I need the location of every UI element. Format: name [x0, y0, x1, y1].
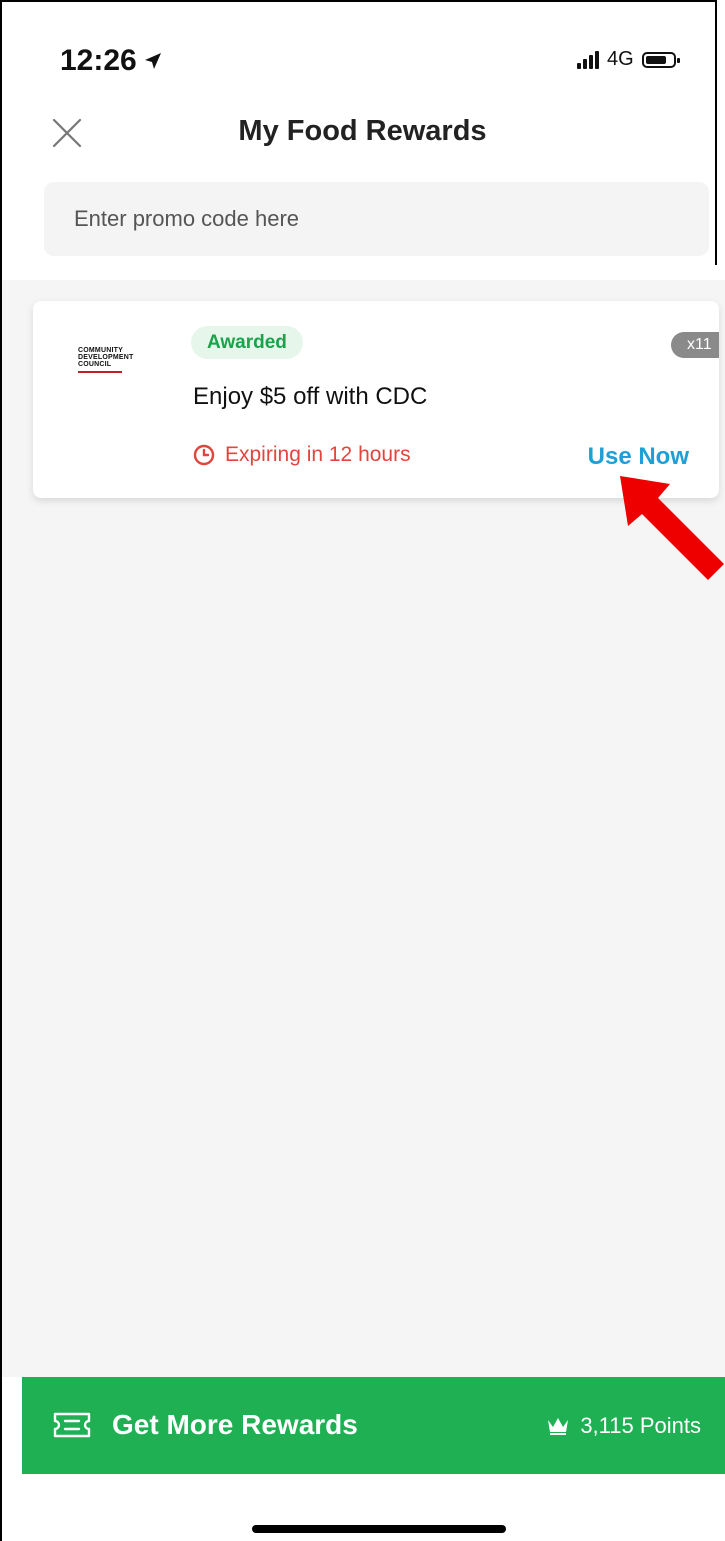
- points-balance: 3,115 Points: [546, 1413, 701, 1439]
- cdc-logo: COMMUNITY DEVELOPMENT COUNCIL: [78, 347, 148, 387]
- home-indicator: [252, 1525, 506, 1533]
- crown-icon: [548, 1418, 569, 1435]
- network-label: 4G: [607, 48, 634, 70]
- get-more-rewards-bar[interactable]: Get More Rewards 3,115 Points: [22, 1377, 725, 1474]
- points-label: 3,115 Points: [580, 1413, 701, 1438]
- ticket-icon: [53, 1412, 91, 1438]
- time-label: 12:26: [60, 44, 137, 77]
- status-bar-time: 12:26: [60, 44, 163, 78]
- page-title: My Food Rewards: [238, 115, 487, 147]
- use-now-button[interactable]: Use Now: [588, 443, 689, 471]
- signal-icon: [577, 50, 599, 69]
- annotation-arrow-icon: [620, 476, 724, 580]
- promo-code-input[interactable]: [44, 182, 709, 256]
- logo-line: COMMUNITY: [78, 347, 123, 354]
- reward-title: Enjoy $5 off with CDC: [193, 383, 428, 410]
- get-more-rewards-button[interactable]: Get More Rewards: [52, 1409, 358, 1441]
- quantity-badge: x11: [671, 332, 719, 358]
- status-badge: Awarded: [191, 326, 303, 359]
- expiry-info: Expiring in 12 hours: [193, 443, 411, 467]
- status-bar-right: 4G: [577, 48, 680, 71]
- screen: 12:26 4G My Food Rewards COMMUNITY DEVEL…: [0, 0, 725, 1541]
- frame-border-top: [0, 0, 717, 2]
- ticket-edge: [33, 305, 41, 495]
- get-more-rewards-label: Get More Rewards: [112, 1409, 358, 1440]
- expiry-text: Expiring in 12 hours: [225, 443, 411, 466]
- logo-line: COUNCIL: [78, 361, 112, 368]
- location-arrow-icon: [144, 53, 161, 69]
- battery-icon: [641, 51, 680, 68]
- logo-line: DEVELOPMENT: [78, 354, 134, 361]
- clock-icon: [193, 444, 215, 466]
